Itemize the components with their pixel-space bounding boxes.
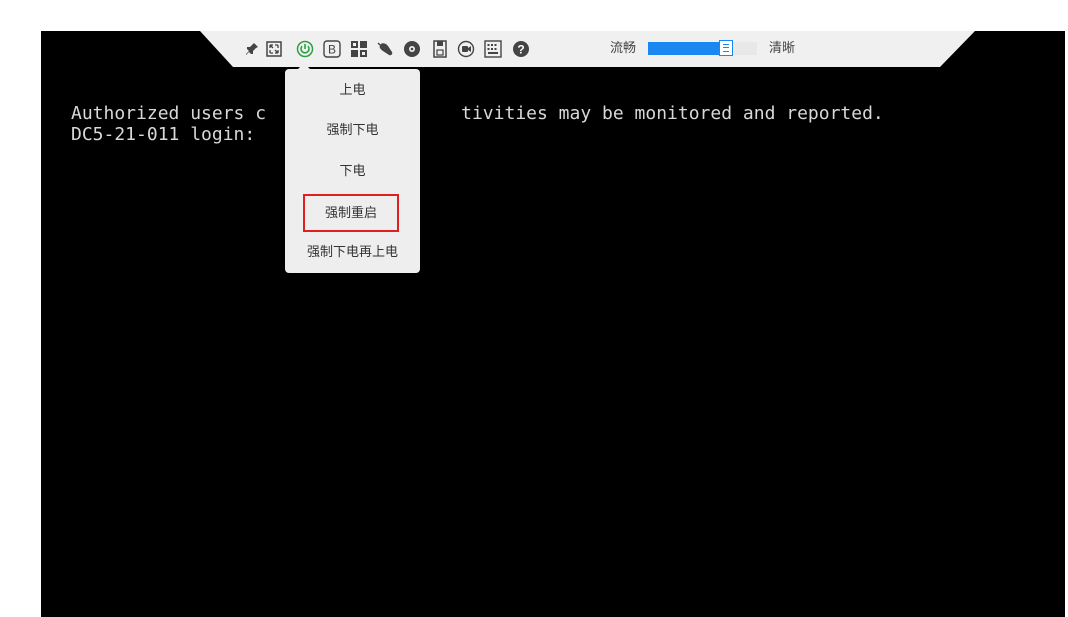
menu-item-power-off[interactable]: 下电 (285, 158, 420, 186)
menu-item-force-restart[interactable]: 强制重启 (303, 194, 399, 232)
terminal-output: Authorized users c tivities may be monit… (71, 103, 884, 145)
mouse-icon[interactable] (376, 39, 396, 59)
power-dropdown-menu: 上电 强制下电 下电 强制重启 强制下电再上电 (285, 63, 420, 273)
quality-slider[interactable] (648, 40, 757, 56)
video-record-icon[interactable] (456, 39, 476, 59)
quality-slider-handle[interactable] (719, 40, 733, 56)
menu-item-force-power-off[interactable]: 强制下电 (285, 117, 420, 145)
help-icon[interactable]: ? (511, 39, 531, 59)
remote-console-screen[interactable]: Authorized users c tivities may be monit… (41, 31, 1065, 617)
pin-icon[interactable] (242, 39, 262, 59)
record-icon[interactable] (402, 39, 422, 59)
quality-slider-fill (648, 42, 726, 55)
console-toolbar: B ? 流畅 清晰 (236, 31, 926, 67)
virtual-keyboard-icon[interactable] (483, 39, 503, 59)
menu-item-force-power-cycle[interactable]: 强制下电再上电 (285, 239, 420, 267)
power-icon[interactable] (295, 39, 315, 59)
remote-console-window: Authorized users c tivities may be monit… (0, 0, 1068, 617)
boot-option-icon[interactable]: B (322, 39, 342, 59)
quality-smooth-label: 流畅 (610, 41, 637, 56)
menu-item-power-on[interactable]: 上电 (285, 77, 420, 105)
svg-text:?: ? (517, 43, 524, 57)
quality-clear-label: 清晰 (769, 41, 796, 56)
terminal-line-login: DC5-21-011 login: (71, 124, 267, 145)
floppy-icon[interactable] (430, 39, 450, 59)
terminal-line-banner: Authorized users c tivities may be monit… (71, 103, 884, 124)
fullscreen-icon[interactable] (264, 39, 284, 59)
power-menu-pointer (298, 63, 310, 69)
keyboard-combo-icon[interactable] (349, 39, 369, 59)
svg-text:B: B (328, 43, 336, 57)
